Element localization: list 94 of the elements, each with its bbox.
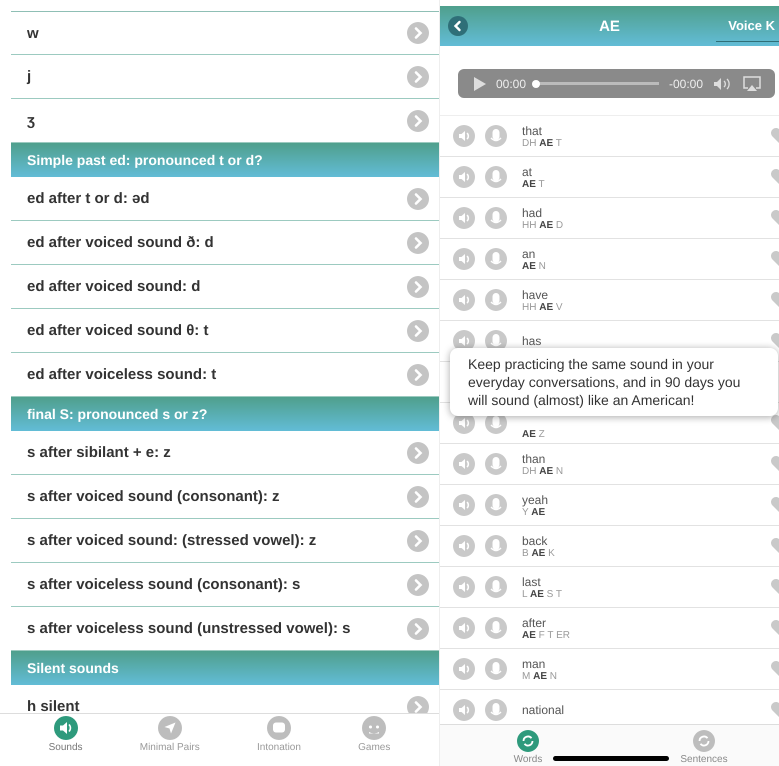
speaker-icon[interactable] xyxy=(453,207,475,229)
sound-item[interactable]: j xyxy=(27,68,32,85)
microphone-icon[interactable] xyxy=(485,576,507,598)
sound-item[interactable]: ed after voiced sound θ: t xyxy=(27,322,208,339)
chevron-icon xyxy=(407,486,429,508)
microphone-icon[interactable] xyxy=(485,535,507,557)
phoneme-text: Y AE xyxy=(522,506,546,518)
chevron-icon xyxy=(407,22,429,44)
chevron-icon xyxy=(407,276,429,298)
word-text[interactable]: at xyxy=(522,164,760,178)
phoneme-text: DH AE T xyxy=(522,138,563,148)
speaker-icon[interactable] xyxy=(453,289,475,311)
sound-item[interactable]: s after voiceless sound (unstressed vowel): s xyxy=(27,620,350,637)
chevron-icon xyxy=(407,188,429,210)
chevron-icon xyxy=(407,530,429,552)
phoneme-text: DH AE N xyxy=(522,466,564,476)
chevron-icon xyxy=(407,364,429,386)
play-icon[interactable] xyxy=(474,76,486,90)
word-text[interactable]: back xyxy=(522,534,760,548)
word-text[interactable]: after xyxy=(522,616,760,630)
speaker-icon[interactable] xyxy=(453,699,475,721)
speaker-icon[interactable] xyxy=(453,453,475,475)
refresh-icon xyxy=(517,730,539,752)
microphone-icon[interactable] xyxy=(485,617,507,639)
chevron-icon xyxy=(407,232,429,254)
phoneme-text: HH AE D xyxy=(522,220,564,230)
word-text[interactable]: last xyxy=(522,574,760,588)
microphone-icon[interactable] xyxy=(485,699,507,721)
phoneme-text: AE T xyxy=(522,178,546,190)
microphone-icon[interactable] xyxy=(485,125,507,147)
face-icon xyxy=(362,716,386,740)
microphone-icon[interactable] xyxy=(485,207,507,229)
word-text[interactable]: yeah xyxy=(522,492,760,506)
speaker-icon[interactable] xyxy=(453,494,475,516)
sound-item[interactable]: s after sibilant + e: z xyxy=(27,444,171,461)
sound-item[interactable]: ed after voiceless sound: t xyxy=(27,366,216,383)
speaker-icon[interactable] xyxy=(453,535,475,557)
section-header: Simple past ed: pronounced t or d? xyxy=(11,143,439,177)
word-text[interactable]: national xyxy=(522,703,760,717)
sound-item[interactable]: w xyxy=(27,24,39,42)
speaker-icon[interactable] xyxy=(453,248,475,270)
elapsed-time: 00:00 xyxy=(496,76,526,90)
phoneme-text: AE Z xyxy=(522,429,546,440)
chevron-icon xyxy=(407,618,429,640)
phoneme-text: AE N xyxy=(522,260,547,272)
phoneme-text: HH AE V xyxy=(522,302,564,312)
word-text[interactable]: than xyxy=(522,452,760,466)
progress-thumb[interactable] xyxy=(532,80,540,88)
sound-item[interactable]: s after voiceless sound (consonant): s xyxy=(27,576,300,593)
chevron-icon xyxy=(407,320,429,342)
sound-item[interactable]: s after voiced sound (consonant): z xyxy=(27,488,280,505)
speaker-icon[interactable] xyxy=(453,166,475,188)
word-text[interactable]: has xyxy=(522,334,760,348)
phoneme-text: AE F T ER xyxy=(522,630,571,640)
back-icon[interactable] xyxy=(448,16,468,36)
speaker-icon[interactable] xyxy=(453,658,475,680)
airplay-icon[interactable] xyxy=(743,76,761,92)
word-text[interactable]: that xyxy=(522,124,760,138)
section-header: final S: pronounced s or z? xyxy=(11,397,439,431)
word-text[interactable]: an xyxy=(522,246,760,260)
sound-item[interactable]: ed after t or d: əd xyxy=(27,190,150,207)
speaker-icon xyxy=(54,716,78,740)
screen-title: AE xyxy=(599,18,620,34)
tab[interactable]: Sounds xyxy=(48,714,83,766)
chevron-icon xyxy=(407,696,429,714)
phoneme-text: L AE S T xyxy=(522,588,564,600)
word-text[interactable]: man xyxy=(522,656,760,670)
sound-item[interactable]: s after voiced sound: (stressed vowel): z xyxy=(27,532,316,549)
word-text[interactable]: had xyxy=(522,206,760,220)
sound-item[interactable]: ʒ xyxy=(27,112,35,129)
remaining-time: -00:00 xyxy=(668,76,703,90)
sound-item[interactable]: ed after voiced sound ð: d xyxy=(27,234,214,251)
chevron-icon xyxy=(407,66,429,88)
chevron-icon xyxy=(407,442,429,464)
speaker-icon[interactable] xyxy=(453,125,475,147)
microphone-icon[interactable] xyxy=(485,658,507,680)
microphone-icon[interactable] xyxy=(485,166,507,188)
microphone-icon[interactable] xyxy=(485,248,507,270)
chevron-icon xyxy=(407,574,429,596)
refresh-icon xyxy=(693,730,715,752)
word-text[interactable]: have xyxy=(522,288,760,302)
speaker-icon[interactable] xyxy=(453,617,475,639)
sound-item[interactable]: ed after voiced sound: d xyxy=(27,278,200,295)
chevron-icon xyxy=(407,110,429,132)
section-header: Silent sounds xyxy=(11,651,439,685)
tooltip: Keep practicing the same sound in your everyday conversations, and in 90 days you will sound (almost) like an American! xyxy=(450,348,778,416)
phoneme-text: B AE K xyxy=(522,548,556,558)
microphone-icon[interactable] xyxy=(485,289,507,311)
microphone-icon[interactable] xyxy=(485,494,507,516)
sound-item[interactable]: h silent xyxy=(27,698,80,714)
phoneme-text: M AE N xyxy=(522,670,558,682)
speaker-icon[interactable] xyxy=(453,576,475,598)
chat-bubble-icon xyxy=(266,716,291,740)
microphone-icon[interactable] xyxy=(485,453,507,475)
